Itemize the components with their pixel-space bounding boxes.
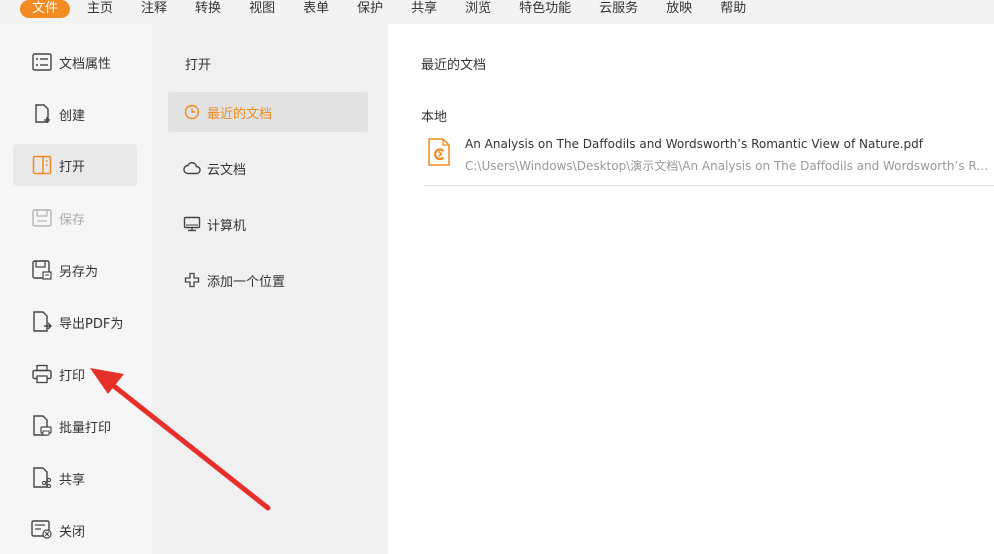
left-item-print[interactable]: 打印	[13, 353, 137, 395]
menu-share[interactable]: 共享	[400, 0, 448, 18]
menu-browse[interactable]: 浏览	[454, 0, 502, 18]
left-item-close[interactable]: 关闭	[13, 509, 137, 551]
left-item-label: 保存	[59, 212, 86, 228]
left-item-label: 导出PDF为	[59, 316, 124, 332]
left-item-label: 打印	[59, 368, 86, 384]
content-title: 最近的文档	[421, 58, 487, 73]
panel-title: 打开	[185, 58, 212, 73]
left-menu: 文档属性 创建 打开 保存 另存为 导出PDF为 打印 批量打印 共享 关闭	[0, 24, 152, 554]
location-computer[interactable]: 计算机	[168, 204, 368, 244]
location-label: 最近的文档	[207, 106, 273, 122]
left-item-properties[interactable]: 文档属性	[13, 41, 137, 83]
menu-bar: 文件 主页 注释 转换 视图 表单 保护 共享 浏览 特色功能 云服务 放映 帮…	[0, 0, 994, 24]
left-item-batch-print[interactable]: 批量打印	[13, 405, 137, 447]
export-pdf-icon	[31, 311, 53, 333]
print-icon	[31, 363, 53, 385]
menu-protect[interactable]: 保护	[346, 0, 394, 18]
location-add[interactable]: 添加一个位置	[168, 260, 368, 300]
location-cloud[interactable]: 云文档	[168, 148, 368, 188]
share-icon	[31, 467, 53, 489]
computer-icon	[183, 215, 201, 233]
file-path: C:\Users\Windows\Desktop\演示文档\An Analysi…	[465, 159, 994, 173]
menu-slideshow[interactable]: 放映	[655, 0, 703, 18]
left-item-label: 另存为	[59, 264, 99, 280]
document-properties-icon	[31, 51, 53, 73]
left-item-label: 共享	[59, 472, 86, 488]
menu-cloud[interactable]: 云服务	[588, 0, 649, 18]
file-name: An Analysis on The Daffodils and Wordswo…	[465, 137, 923, 151]
left-item-label: 文档属性	[59, 56, 112, 72]
cloud-icon	[183, 159, 201, 177]
location-label: 计算机	[207, 218, 247, 234]
left-item-create[interactable]: 创建	[13, 93, 137, 135]
save-as-icon	[31, 259, 53, 281]
left-item-open[interactable]: 打开	[13, 144, 137, 186]
left-item-label: 打开	[59, 159, 86, 175]
close-doc-icon	[31, 519, 53, 541]
batch-print-icon	[31, 415, 53, 437]
menu-view[interactable]: 视图	[238, 0, 286, 18]
location-label: 云文档	[207, 162, 247, 178]
menu-file[interactable]: 文件	[20, 0, 71, 18]
menu-features[interactable]: 特色功能	[508, 0, 582, 18]
open-icon	[31, 154, 53, 176]
left-item-save-as[interactable]: 另存为	[13, 249, 137, 291]
clock-icon	[183, 103, 201, 121]
left-item-export-pdf[interactable]: 导出PDF为	[13, 301, 137, 343]
open-location-panel: 打开 最近的文档 云文档 计算机 添加一个位置	[152, 24, 388, 554]
left-item-label: 创建	[59, 108, 86, 124]
section-local: 本地	[421, 110, 448, 125]
left-item-share[interactable]: 共享	[13, 457, 137, 499]
left-item-label: 关闭	[59, 524, 86, 540]
left-item-label: 批量打印	[59, 420, 112, 436]
recent-file-row[interactable]: An Analysis on The Daffodils and Wordswo…	[424, 130, 994, 186]
menu-home[interactable]: 主页	[76, 0, 124, 18]
left-item-save[interactable]: 保存	[13, 197, 137, 239]
menu-form[interactable]: 表单	[292, 0, 340, 18]
menu-convert[interactable]: 转换	[184, 0, 232, 18]
location-label: 添加一个位置	[207, 274, 286, 290]
plus-icon	[183, 271, 201, 289]
save-icon	[31, 207, 53, 229]
menu-annotate[interactable]: 注释	[130, 0, 178, 18]
location-recent[interactable]: 最近的文档	[168, 92, 368, 132]
pdf-file-icon	[428, 138, 450, 166]
recent-documents-panel: 最近的文档 本地 An Analysis on The Daffodils an…	[388, 24, 994, 554]
menu-help[interactable]: 帮助	[709, 0, 757, 18]
create-icon	[31, 103, 53, 125]
